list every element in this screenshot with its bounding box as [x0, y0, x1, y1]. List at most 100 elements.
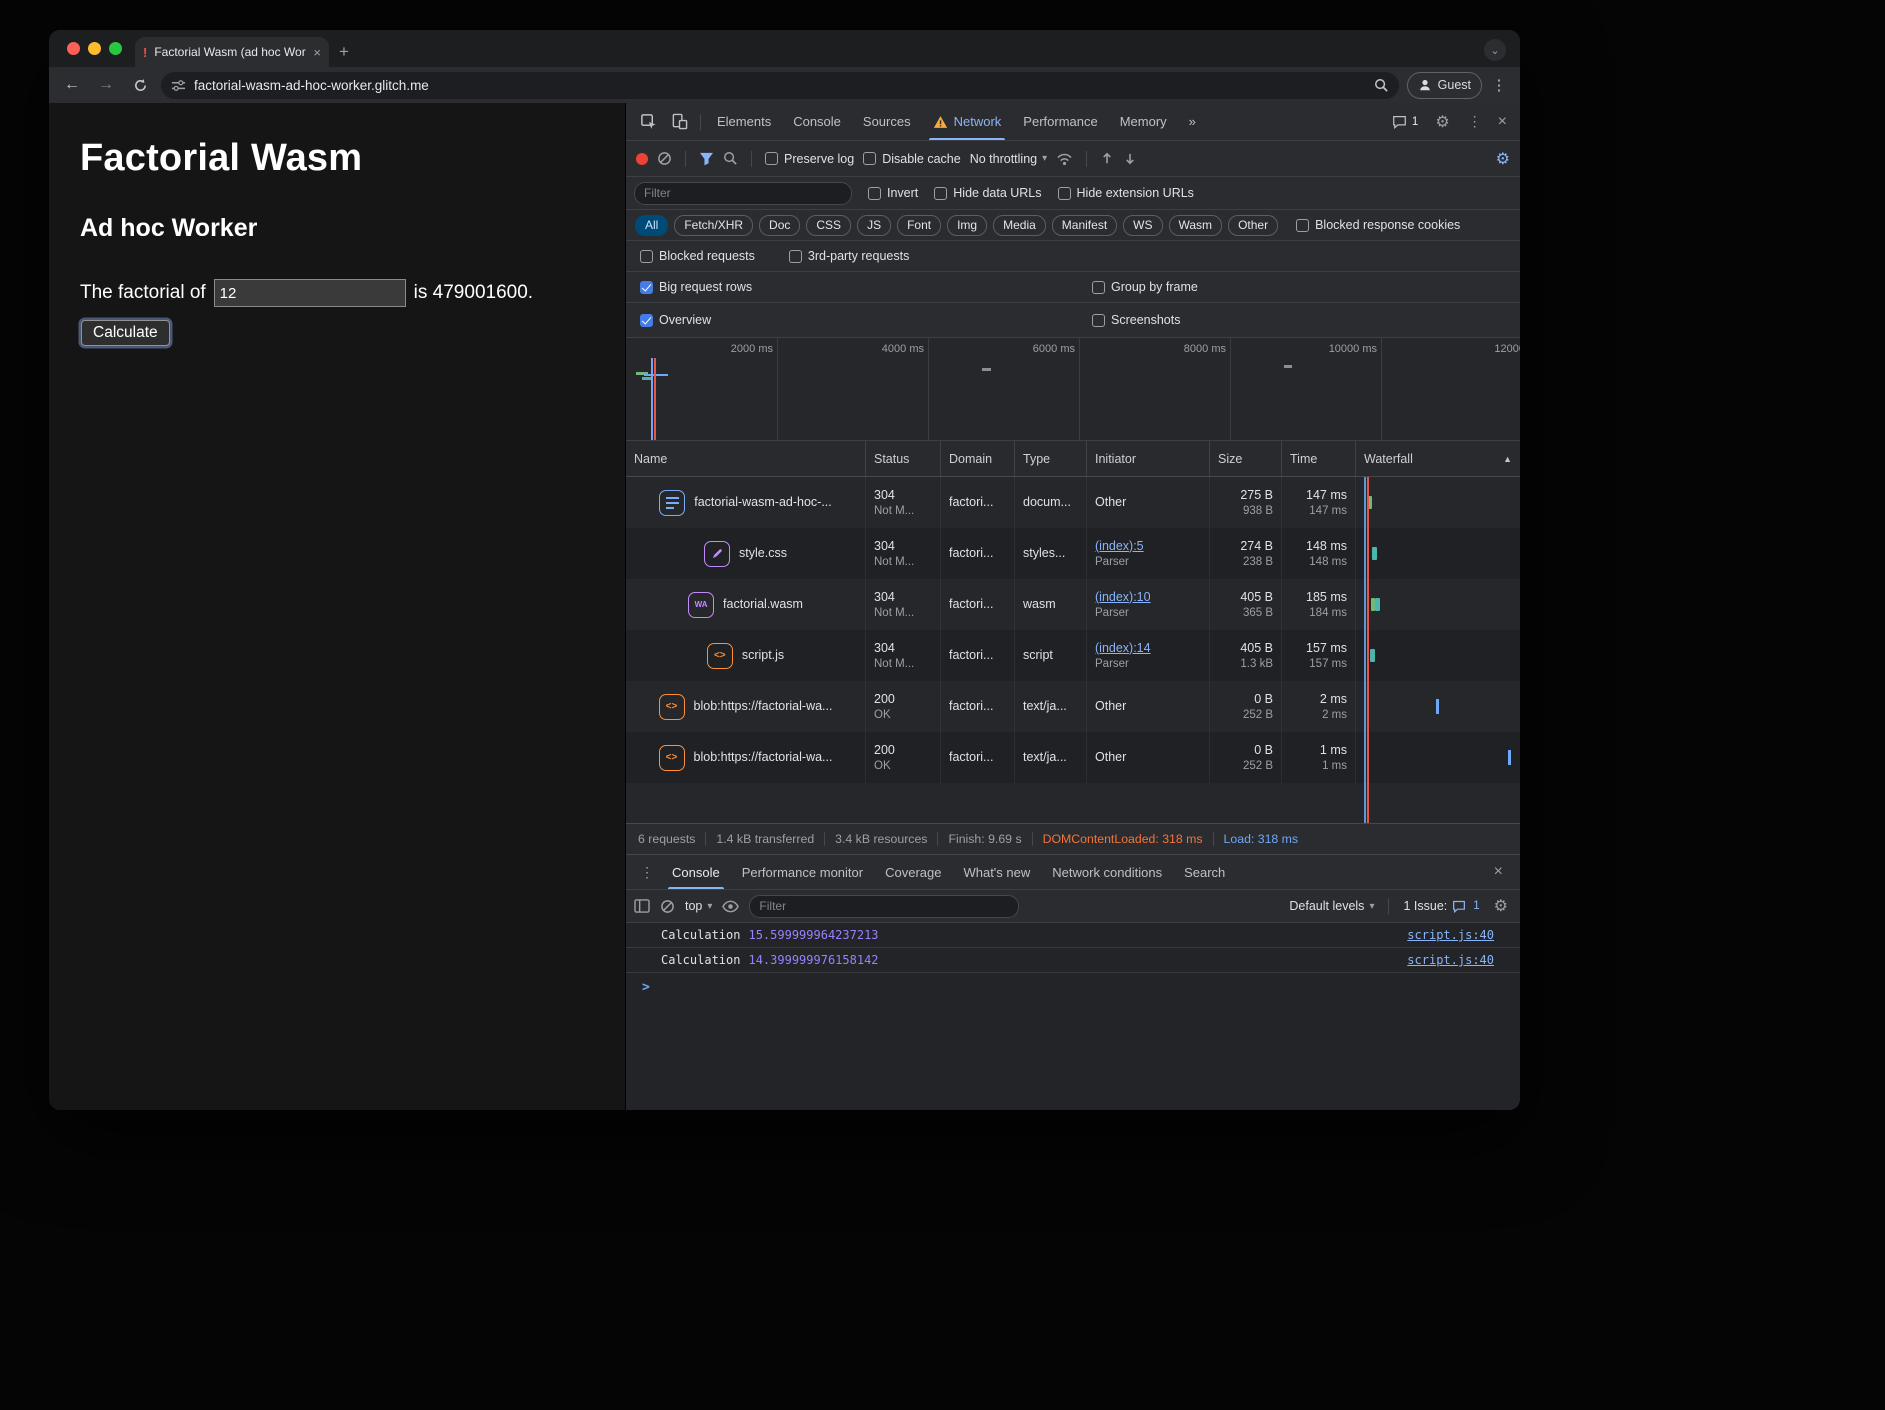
device-toolbar-icon[interactable]: [665, 113, 694, 130]
browser-menu-button[interactable]: ⋮: [1490, 76, 1508, 94]
filter-pill-font[interactable]: Font: [897, 215, 941, 236]
import-har-icon[interactable]: [1100, 151, 1114, 166]
console-filter-input[interactable]: [749, 895, 1019, 918]
filter-pill-manifest[interactable]: Manifest: [1052, 215, 1117, 236]
tab-memory[interactable]: Memory: [1110, 103, 1177, 140]
source-link[interactable]: script.js:40: [1407, 928, 1494, 942]
header-domain[interactable]: Domain: [941, 441, 1015, 476]
preserve-log-checkbox[interactable]: Preserve log: [765, 152, 854, 166]
filter-pill-fetch[interactable]: Fetch/XHR: [674, 215, 753, 236]
initiator-link[interactable]: (index):14: [1095, 640, 1201, 657]
filter-pill-img[interactable]: Img: [947, 215, 987, 236]
more-tabs-button[interactable]: »: [1179, 103, 1206, 140]
reload-button[interactable]: [127, 72, 153, 98]
export-har-icon[interactable]: [1123, 151, 1137, 166]
forward-button[interactable]: →: [93, 72, 119, 98]
log-levels-select[interactable]: Default levels▾: [1289, 899, 1374, 913]
network-conditions-icon[interactable]: [1056, 152, 1073, 166]
devtools-settings-icon[interactable]: ⚙: [1426, 112, 1458, 132]
invert-checkbox[interactable]: Invert: [868, 186, 918, 200]
header-waterfall[interactable]: Waterfall▲: [1356, 441, 1520, 476]
address-bar[interactable]: factorial-wasm-ad-hoc-worker.glitch.me: [161, 72, 1399, 99]
throttling-select[interactable]: No throttling▾: [970, 152, 1047, 166]
table-row[interactable]: factorial-wasm-ad-hoc-... 304Not M... fa…: [626, 477, 1520, 528]
issues-link[interactable]: 1 Issue: 1: [1403, 899, 1479, 913]
devtools-close-icon[interactable]: ×: [1491, 113, 1514, 131]
header-initiator[interactable]: Initiator: [1087, 441, 1210, 476]
drawer-tab-whats-new[interactable]: What's new: [953, 855, 1040, 889]
clear-icon[interactable]: [657, 151, 672, 166]
calculate-button[interactable]: Calculate: [81, 320, 170, 346]
filter-pill-doc[interactable]: Doc: [759, 215, 800, 236]
overview-checkbox[interactable]: Overview: [640, 313, 711, 327]
minimize-window-button[interactable]: [88, 42, 101, 55]
filter-pill-other[interactable]: Other: [1228, 215, 1278, 236]
drawer-tab-search[interactable]: Search: [1174, 855, 1235, 889]
close-window-button[interactable]: [67, 42, 80, 55]
third-party-requests-checkbox[interactable]: 3rd-party requests: [789, 249, 909, 263]
filter-pill-wasm[interactable]: Wasm: [1169, 215, 1223, 236]
table-row[interactable]: <>blob:https://factorial-wa... 200OK fac…: [626, 732, 1520, 783]
filter-icon[interactable]: [699, 152, 714, 166]
console-prompt[interactable]: >: [626, 973, 1520, 995]
tab-sources[interactable]: Sources: [853, 103, 921, 140]
factorial-input[interactable]: [214, 279, 406, 307]
tab-close-icon[interactable]: ×: [313, 45, 321, 60]
drawer-tab-coverage[interactable]: Coverage: [875, 855, 951, 889]
execution-context-select[interactable]: top▾: [685, 899, 712, 913]
drawer-tab-console[interactable]: Console: [662, 855, 730, 889]
network-filter-input[interactable]: [634, 182, 852, 205]
filter-pill-all[interactable]: All: [635, 215, 668, 236]
source-link[interactable]: script.js:40: [1407, 953, 1494, 967]
table-row[interactable]: WAfactorial.wasm 304Not M... factori... …: [626, 579, 1520, 630]
big-request-rows-checkbox[interactable]: Big request rows: [640, 280, 752, 294]
tab-search-button[interactable]: ⌄: [1484, 39, 1506, 61]
drawer-tab-performance-monitor[interactable]: Performance monitor: [732, 855, 873, 889]
screenshots-checkbox[interactable]: Screenshots: [1092, 313, 1180, 327]
issues-counter[interactable]: 1: [1386, 115, 1424, 129]
browser-tab[interactable]: ! Factorial Wasm (ad hoc Worl ×: [135, 37, 329, 67]
group-by-frame-checkbox[interactable]: Group by frame: [1092, 280, 1198, 294]
initiator-link[interactable]: (index):10: [1095, 589, 1201, 606]
header-size[interactable]: Size: [1210, 441, 1282, 476]
drawer-close-icon[interactable]: ×: [1485, 863, 1512, 881]
profile-chip[interactable]: Guest: [1407, 72, 1482, 99]
console-settings-icon[interactable]: ⚙: [1490, 896, 1512, 916]
new-tab-button[interactable]: +: [339, 42, 349, 62]
network-overview-timeline[interactable]: 2000 ms 4000 ms 6000 ms 8000 ms 10000 ms…: [626, 338, 1520, 441]
clear-console-icon[interactable]: [660, 899, 675, 914]
table-row[interactable]: style.css 304Not M... factori... styles.…: [626, 528, 1520, 579]
tab-elements[interactable]: Elements: [707, 103, 781, 140]
table-row[interactable]: <>script.js 304Not M... factori... scrip…: [626, 630, 1520, 681]
hide-extension-urls-checkbox[interactable]: Hide extension URLs: [1058, 186, 1194, 200]
tab-console[interactable]: Console: [783, 103, 851, 140]
hide-data-urls-checkbox[interactable]: Hide data URLs: [934, 186, 1041, 200]
search-icon[interactable]: [723, 151, 738, 166]
tab-performance[interactable]: Performance: [1013, 103, 1107, 140]
console-sidebar-icon[interactable]: [634, 899, 650, 913]
record-icon[interactable]: [636, 153, 648, 165]
header-type[interactable]: Type: [1015, 441, 1087, 476]
blocked-response-cookies-checkbox[interactable]: Blocked response cookies: [1296, 218, 1460, 232]
initiator-link[interactable]: (index):5: [1095, 538, 1201, 555]
site-settings-icon[interactable]: [171, 78, 186, 93]
header-name[interactable]: Name: [626, 441, 866, 476]
network-settings-icon[interactable]: ⚙: [1496, 149, 1510, 169]
zoom-icon[interactable]: [1374, 78, 1389, 93]
devtools-menu-icon[interactable]: ⋮: [1461, 113, 1489, 130]
back-button[interactable]: ←: [59, 72, 85, 98]
live-expression-eye-icon[interactable]: [722, 900, 739, 913]
drawer-menu-icon[interactable]: ⋮: [634, 864, 660, 881]
drawer-tab-network-conditions[interactable]: Network conditions: [1042, 855, 1172, 889]
filter-pill-ws[interactable]: WS: [1123, 215, 1162, 236]
filter-pill-js[interactable]: JS: [857, 215, 891, 236]
disable-cache-checkbox[interactable]: Disable cache: [863, 152, 961, 166]
table-row[interactable]: <>blob:https://factorial-wa... 200OK fac…: [626, 681, 1520, 732]
header-time[interactable]: Time: [1282, 441, 1356, 476]
filter-pill-media[interactable]: Media: [993, 215, 1046, 236]
filter-pill-css[interactable]: CSS: [806, 215, 851, 236]
tab-network[interactable]: Network: [923, 103, 1012, 140]
blocked-requests-checkbox[interactable]: Blocked requests: [640, 249, 755, 263]
header-status[interactable]: Status: [866, 441, 941, 476]
inspect-element-icon[interactable]: [634, 113, 663, 130]
